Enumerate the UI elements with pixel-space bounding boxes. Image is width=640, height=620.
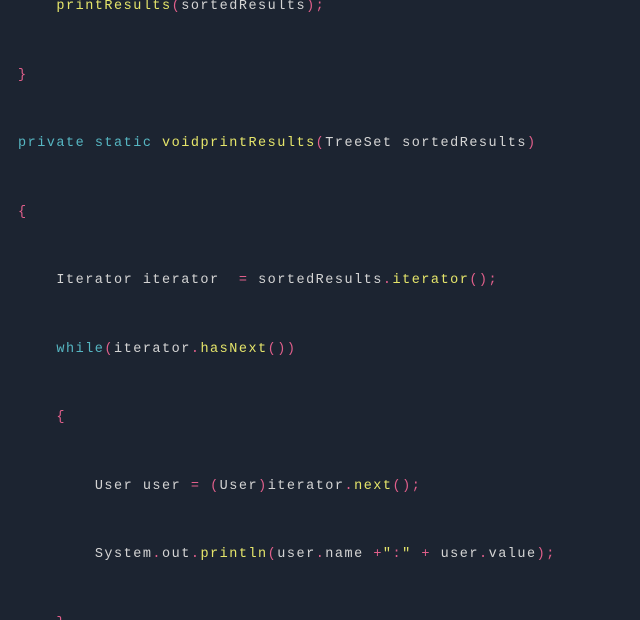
brace: } [18, 68, 28, 83]
semicolon: ; [316, 0, 326, 14]
method: println [200, 547, 267, 562]
dot: . [479, 547, 489, 562]
operator: + [373, 547, 383, 562]
identifier: System [95, 547, 153, 562]
type: TreeSet [325, 136, 392, 151]
brace: { [56, 410, 66, 425]
dot: . [383, 273, 393, 288]
method: hasNext [200, 342, 267, 357]
string-content: : [393, 547, 403, 562]
dot: . [191, 342, 201, 357]
field: name [325, 547, 363, 562]
code-line: } [18, 68, 28, 83]
paren: ) [537, 547, 547, 562]
paren: () [469, 273, 488, 288]
operator: + [421, 547, 431, 562]
dot: . [152, 547, 162, 562]
paren: ( [316, 136, 326, 151]
code-block: printResults(sortedResults); } private s… [0, 0, 640, 620]
identifier: iterator [114, 342, 191, 357]
operator: = [191, 479, 201, 494]
code-line: Iterator iterator = sortedResults.iterat… [18, 273, 498, 288]
dot: . [345, 479, 355, 494]
identifier: user [441, 547, 479, 562]
paren: ( [104, 342, 114, 357]
type: voidprintResults [162, 136, 316, 151]
dot: . [191, 547, 201, 562]
paren: ) [527, 136, 537, 151]
field: value [489, 547, 537, 562]
identifier: iterator [143, 273, 220, 288]
keyword: private [18, 136, 85, 151]
identifier: sortedResults [402, 136, 527, 151]
code-line: { [18, 410, 66, 425]
semicolon: ; [489, 273, 499, 288]
method: next [354, 479, 392, 494]
identifier: out [162, 547, 191, 562]
paren: ) [287, 342, 297, 357]
brace: { [18, 205, 28, 220]
code-line: while(iterator.hasNext()) [18, 342, 296, 357]
type: Iterator [56, 273, 133, 288]
code-line: printResults(sortedResults); [18, 0, 325, 14]
dot: . [316, 547, 326, 562]
code-line: User user = (User)iterator.next(); [18, 479, 421, 494]
type: User [95, 479, 133, 494]
code-line: { [18, 205, 28, 220]
paren: ( [210, 479, 220, 494]
code-line: } [18, 616, 66, 620]
brace: } [56, 616, 66, 620]
identifier: user [143, 479, 181, 494]
paren: ( [268, 547, 278, 562]
code-line: System.out.println(user.name +":" + user… [18, 547, 556, 562]
fn-call: printResults [56, 0, 171, 14]
paren: ) [306, 0, 316, 14]
identifier: sortedResults [181, 0, 306, 14]
paren: ( [172, 0, 182, 14]
semicolon: ; [546, 547, 556, 562]
identifier: user [277, 547, 315, 562]
semicolon: ; [412, 479, 422, 494]
keyword: static [95, 136, 153, 151]
paren: ) [258, 479, 268, 494]
paren: () [268, 342, 287, 357]
operator: = [239, 273, 249, 288]
string-quote: " [383, 547, 393, 562]
identifier: sortedResults [258, 273, 383, 288]
keyword: while [56, 342, 104, 357]
method: iterator [393, 273, 470, 288]
identifier: iterator [268, 479, 345, 494]
string-quote: " [402, 547, 412, 562]
type: User [220, 479, 258, 494]
paren: () [393, 479, 412, 494]
code-line: private static voidprintResults(TreeSet … [18, 136, 537, 151]
